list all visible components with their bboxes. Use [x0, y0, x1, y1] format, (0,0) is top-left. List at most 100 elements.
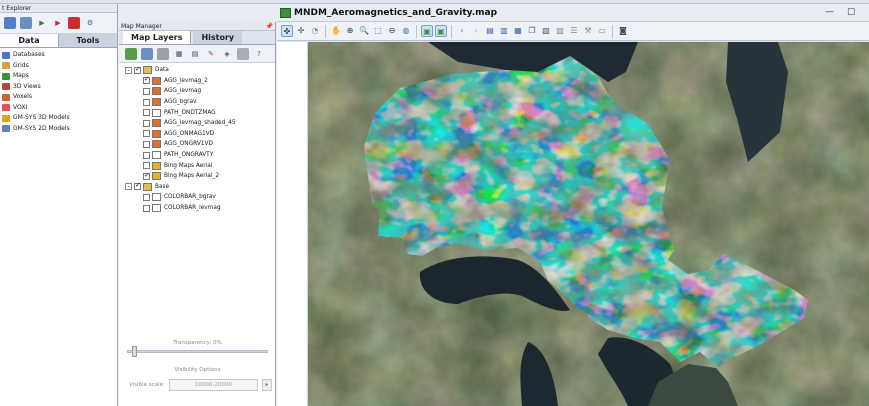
- layer-row[interactable]: AGG_bgrav: [119, 97, 275, 108]
- layer-group-icon: [143, 66, 152, 75]
- visible-scale-input[interactable]: 10000-20000: [168, 379, 258, 391]
- layer-visibility-checkbox[interactable]: [143, 162, 150, 170]
- cube-icon[interactable]: [157, 47, 169, 60]
- layer-row[interactable]: PATH_ONDTZMAG: [119, 107, 275, 118]
- tab-map-layers[interactable]: Map Layers: [123, 31, 192, 44]
- layer-visibility-checkbox[interactable]: [143, 171, 150, 180]
- layer-visibility-checkbox[interactable]: [143, 140, 150, 148]
- zoom-icon[interactable]: 🔍: [358, 25, 370, 37]
- map-left-margin: [277, 42, 308, 406]
- select-pointer-icon[interactable]: ✜: [281, 25, 293, 37]
- table-icon[interactable]: [20, 17, 32, 29]
- transparency-slider-thumb[interactable]: [132, 346, 137, 357]
- layer-row[interactable]: AGG_levmag: [119, 86, 275, 97]
- layer-group-row[interactable]: - Data: [119, 65, 275, 76]
- layer-icon: [152, 87, 161, 96]
- rotate-icon[interactable]: ◔: [309, 25, 321, 37]
- layout-icon[interactable]: ▥: [498, 25, 510, 37]
- forward-arrow-icon[interactable]: ›: [470, 25, 482, 37]
- run-red-icon[interactable]: ▶: [52, 17, 64, 29]
- tree-expander-icon[interactable]: -: [125, 66, 132, 74]
- layer-label: Bing Maps Aerial: [164, 162, 213, 169]
- back-arrow-icon[interactable]: ‹: [456, 25, 468, 37]
- layer-row[interactable]: AGG_levmag_shaded_45: [119, 118, 275, 129]
- layer-row[interactable]: COLORBAR_levmag: [119, 203, 275, 214]
- frame-icon[interactable]: ▦: [173, 48, 185, 60]
- stack-icon[interactable]: ◈: [221, 48, 233, 60]
- legend-icon[interactable]: ▧: [540, 25, 552, 37]
- new-group-icon[interactable]: [141, 47, 153, 60]
- layer-row[interactable]: AGG_ONMAG1VD: [119, 129, 275, 140]
- zoom-rect-icon[interactable]: ⬚: [372, 25, 384, 37]
- layer-visibility-checkbox[interactable]: [143, 75, 150, 85]
- explorer-item-maps[interactable]: Maps: [2, 71, 117, 82]
- move-icon[interactable]: ✢: [295, 25, 307, 37]
- pan-hand-icon[interactable]: ✋: [330, 25, 342, 37]
- grid-tool-icon[interactable]: ▤: [189, 48, 201, 60]
- layer-visibility-checkbox[interactable]: [143, 151, 150, 159]
- tab-history[interactable]: History: [193, 31, 243, 44]
- add-layer-icon[interactable]: [125, 47, 137, 60]
- delete-layer-icon[interactable]: [237, 47, 249, 60]
- play-icon[interactable]: ▶: [36, 17, 48, 29]
- camera-icon[interactable]: ◙: [617, 25, 629, 37]
- zoom-out-icon[interactable]: ⊖: [386, 25, 398, 37]
- open-folder-icon[interactable]: [4, 17, 16, 29]
- transparency-slider[interactable]: [127, 346, 268, 357]
- layer-visibility-checkbox[interactable]: [143, 130, 150, 138]
- settings-gear-icon[interactable]: ⚙: [84, 17, 96, 29]
- visible-scale-button[interactable]: ▸: [262, 379, 272, 391]
- minimize-button[interactable]: —: [825, 7, 834, 17]
- layer-label: AGG_ONGRV1VD: [164, 141, 213, 148]
- properties-icon[interactable]: ☰: [568, 25, 580, 37]
- map-view-icon[interactable]: ▣: [421, 25, 433, 37]
- tools-icon[interactable]: ⚒: [582, 25, 594, 37]
- layer-visibility-checkbox[interactable]: [143, 98, 150, 106]
- tab-tools[interactable]: Tools: [59, 34, 117, 47]
- zoom-in-icon[interactable]: ⊕: [344, 25, 356, 37]
- map-manager-title: Map Manager: [121, 23, 162, 30]
- layer-visibility-checkbox[interactable]: [143, 204, 150, 212]
- globe-icon[interactable]: ◍: [400, 25, 412, 37]
- tab-data[interactable]: Data: [0, 34, 59, 47]
- explorer-item-voxi[interactable]: VOXI: [2, 103, 117, 114]
- help-icon[interactable]: ?: [253, 48, 265, 60]
- explorer-item-grids[interactable]: Grids: [2, 61, 117, 72]
- layer-visibility-checkbox[interactable]: [143, 119, 150, 127]
- grid-layout-icon[interactable]: ▦: [512, 25, 524, 37]
- stop-icon[interactable]: [68, 17, 80, 29]
- map-layer-icon[interactable]: ▣: [435, 25, 447, 37]
- explorer-item-gmsys-2d[interactable]: GM-SYS 2D Models: [2, 124, 117, 135]
- layer-visibility-checkbox[interactable]: [134, 181, 141, 191]
- copy-map-icon[interactable]: ❐: [526, 25, 538, 37]
- layer-row[interactable]: Bing Maps Aerial_2: [119, 171, 275, 182]
- explorer-item-3d-views[interactable]: 3D Views: [2, 82, 117, 93]
- layer-row[interactable]: COLORBAR_bgrav: [119, 192, 275, 203]
- layer-group-row[interactable]: - Base: [119, 181, 275, 193]
- layer-visibility-checkbox[interactable]: [143, 87, 150, 95]
- restore-button[interactable]: ▢: [847, 7, 856, 17]
- page-icon[interactable]: ▤: [484, 25, 496, 37]
- toolbar-separator: [325, 24, 326, 38]
- explorer-tabs: Data Tools: [0, 34, 117, 48]
- layer-row[interactable]: AGG_levmag_2: [119, 75, 275, 87]
- explorer-item-databases[interactable]: Databases: [2, 50, 117, 61]
- explorer-item-voxels[interactable]: Voxels: [2, 92, 117, 103]
- layer-visibility-checkbox[interactable]: [143, 109, 150, 117]
- map-canvas[interactable]: [308, 42, 869, 406]
- monitor-icon[interactable]: ▭: [596, 25, 608, 37]
- project-explorer-panel: t Explorer ▶ ▶ ⚙ Data Tools Databases Gr…: [0, 4, 118, 406]
- layer-row[interactable]: AGG_ONGRV1VD: [119, 139, 275, 150]
- layer-row[interactable]: Bing Maps Aerial: [119, 160, 275, 171]
- vector-icon[interactable]: ✎: [205, 48, 217, 60]
- layer-visibility-checkbox[interactable]: [143, 193, 150, 201]
- map-window-titlebar: MNDM_Aeromagnetics_and_Gravity.map — ▢: [277, 4, 869, 22]
- explorer-item-gmsys-3d[interactable]: GM-SYS 3D Models: [2, 113, 117, 124]
- pin-icon[interactable]: 📌: [266, 22, 273, 31]
- toolbar-separator: [416, 24, 417, 38]
- layer-row[interactable]: PATH_ONGRAVTY: [119, 150, 275, 161]
- layer-icon: [152, 172, 161, 181]
- layer-visibility-checkbox[interactable]: [134, 65, 141, 74]
- attributes-icon[interactable]: ▨: [554, 25, 566, 37]
- tree-expander-icon[interactable]: -: [125, 183, 132, 191]
